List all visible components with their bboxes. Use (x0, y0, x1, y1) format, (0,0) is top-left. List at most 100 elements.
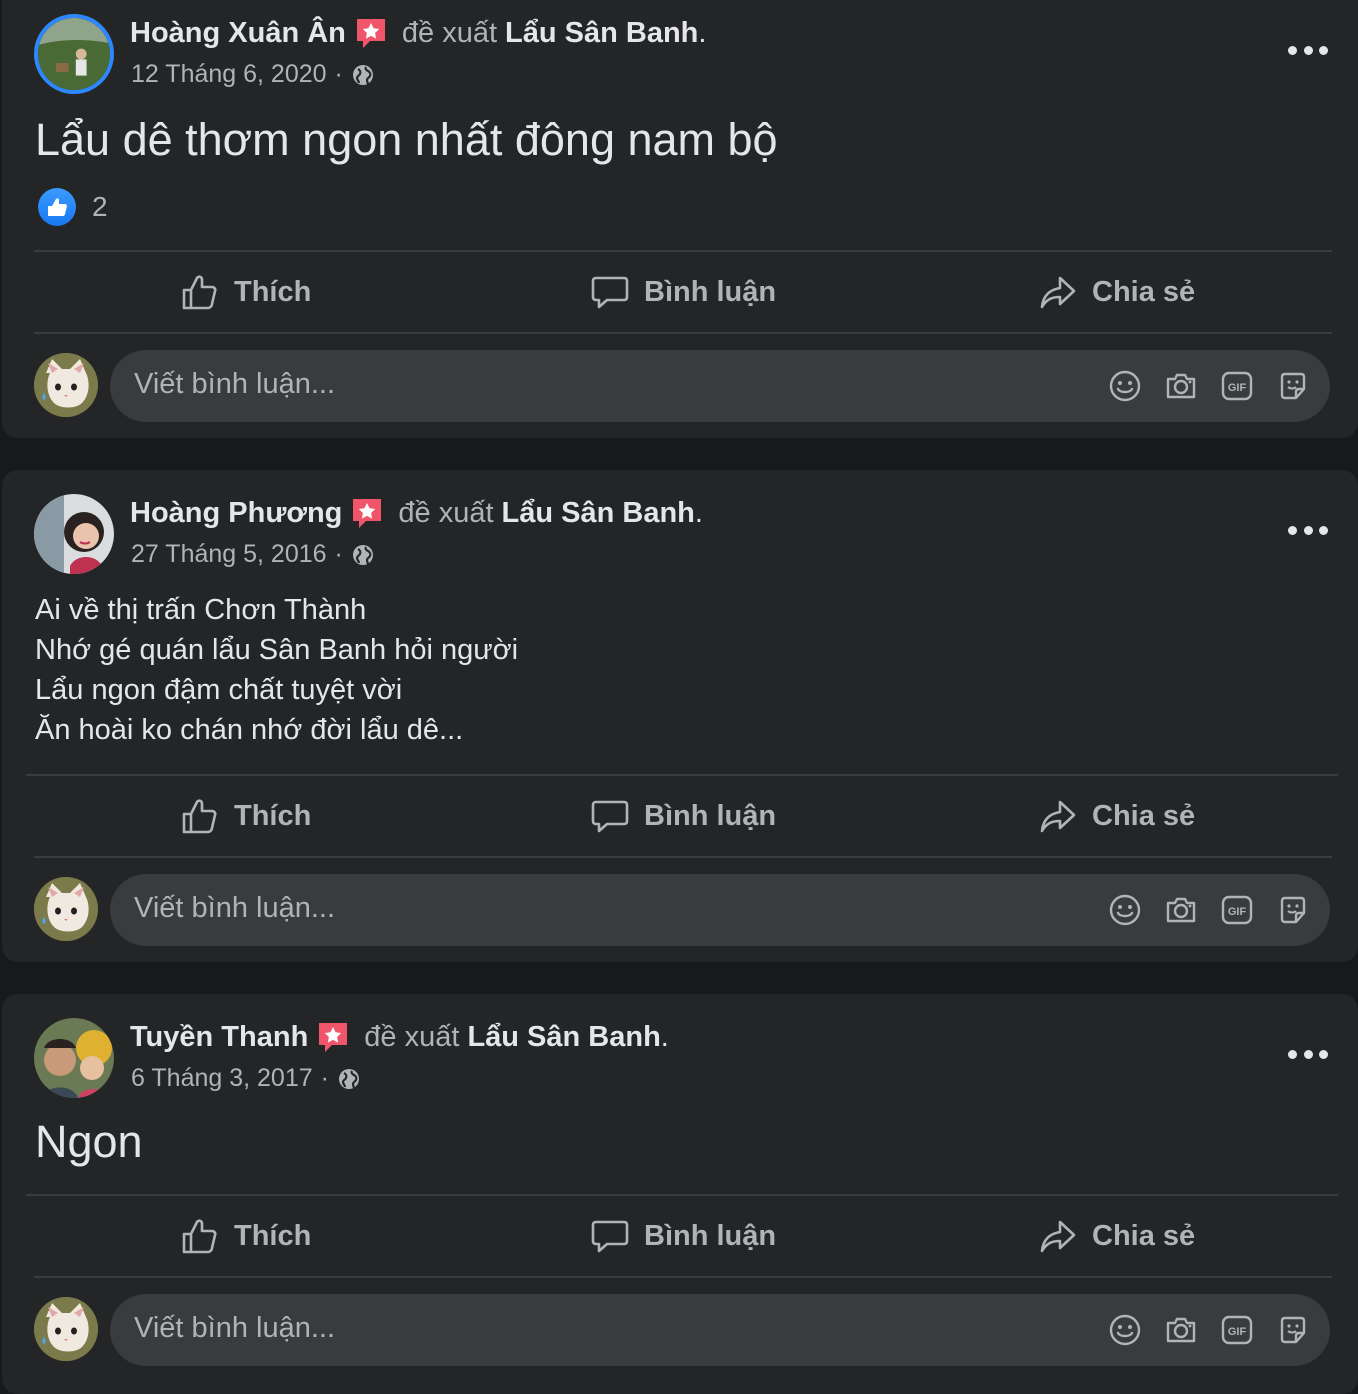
current-user-avatar[interactable] (34, 353, 98, 417)
comment-placeholder: Viết bình luận... (134, 892, 336, 924)
action-bar: Thích Bình luận Chia sẻ (2, 252, 1358, 332)
gif-icon[interactable]: GIF (1220, 369, 1254, 403)
meta-separator: · (320, 1064, 329, 1092)
comment-label: Bình luận (644, 799, 777, 832)
post-title-line: Tuyền Thanh đề xuất Lẩu Sân Banh. (130, 1020, 669, 1054)
reactions-summary[interactable]: 2 (38, 188, 108, 226)
recommend-badge-icon (316, 1020, 350, 1054)
share-arrow-icon (1038, 796, 1078, 836)
reaction-count: 2 (92, 191, 108, 222)
current-user-avatar[interactable] (34, 877, 98, 941)
comment-placeholder: Viết bình luận... (134, 368, 336, 400)
comment-composer: Viết bình luận... GIF (2, 874, 1358, 948)
action-bar: Thích Bình luận Chia sẻ (2, 1196, 1358, 1276)
current-user-avatar[interactable] (34, 1297, 98, 1361)
comment-input[interactable]: Viết bình luận... GIF (110, 1294, 1330, 1366)
post-title-line: Hoàng Phương đề xuất Lẩu Sân Banh. (130, 496, 703, 530)
post-card: Hoàng Xuân Ân đề xuất Lẩu Sân Banh. 12 T… (2, 0, 1358, 438)
camera-icon[interactable] (1164, 369, 1198, 403)
author-avatar[interactable] (34, 14, 114, 94)
comment-bubble-icon (590, 796, 630, 836)
comment-button[interactable]: Bình luận (590, 776, 776, 856)
camera-icon[interactable] (1164, 893, 1198, 927)
gif-icon[interactable]: GIF (1220, 893, 1254, 927)
post-text: Ai về thị trấn Chơn Thành Nhớ gé quán lẩ… (35, 594, 519, 746)
thumbs-up-icon (180, 272, 220, 312)
comment-label: Bình luận (644, 1219, 777, 1252)
comment-button[interactable]: Bình luận (590, 1196, 776, 1276)
more-options-button[interactable] (1288, 1044, 1328, 1064)
more-options-button[interactable] (1288, 520, 1328, 540)
dot-icon (1288, 525, 1297, 535)
like-button[interactable]: Thích (180, 252, 311, 332)
page-name-link[interactable]: Lẩu Sân Banh (467, 1021, 660, 1054)
globe-icon (351, 63, 375, 87)
divider (34, 1276, 1332, 1278)
recommend-text: đề xuất (398, 496, 494, 529)
post-meta: 6 Tháng 3, 2017 · (131, 1064, 361, 1093)
emoji-icon[interactable] (1108, 1313, 1142, 1347)
like-label: Thích (234, 275, 312, 308)
comment-composer: Viết bình luận... GIF (2, 1294, 1358, 1368)
share-label: Chia sẻ (1092, 799, 1196, 832)
comment-input[interactable]: Viết bình luận... GIF (110, 350, 1330, 422)
page-name-link[interactable]: Lẩu Sân Banh (502, 497, 695, 530)
author-name[interactable]: Hoàng Phương (130, 497, 342, 530)
like-button[interactable]: Thích (180, 1196, 311, 1276)
title-period: . (660, 1020, 669, 1053)
post-card: Hoàng Phương đề xuất Lẩu Sân Banh. 27 Th… (2, 470, 1358, 962)
share-label: Chia sẻ (1092, 1219, 1196, 1252)
author-name[interactable]: Hoàng Xuân Ân (130, 17, 346, 50)
avatar-photo (38, 18, 110, 90)
dot-icon (1288, 45, 1297, 55)
meta-separator: · (334, 60, 343, 88)
post-meta: 27 Tháng 5, 2016 · (131, 540, 375, 569)
share-button[interactable]: Chia sẻ (1038, 252, 1195, 332)
author-name[interactable]: Tuyền Thanh (130, 1021, 308, 1054)
post-date[interactable]: 27 Tháng 5, 2016 (131, 540, 327, 569)
svg-text:GIF: GIF (1228, 906, 1247, 918)
comment-composer: Viết bình luận... GIF (2, 350, 1358, 424)
dot-icon (1303, 525, 1313, 535)
recommend-text: đề xuất (401, 16, 498, 49)
comment-placeholder: Viết bình luận... (134, 1312, 336, 1344)
post-date[interactable]: 12 Tháng 6, 2020 (131, 60, 327, 89)
globe-icon (337, 1067, 361, 1091)
share-button[interactable]: Chia sẻ (1038, 776, 1195, 856)
emoji-icon[interactable] (1108, 369, 1142, 403)
comment-bubble-icon (590, 1216, 630, 1256)
title-period: . (698, 16, 707, 49)
post-meta: 12 Tháng 6, 2020 · (131, 60, 375, 89)
camera-icon[interactable] (1164, 1313, 1198, 1347)
like-button[interactable]: Thích (180, 776, 311, 856)
globe-icon (351, 543, 375, 567)
gif-icon[interactable]: GIF (1220, 1313, 1254, 1347)
avatar-photo (34, 1018, 114, 1098)
dot-icon (1288, 1049, 1297, 1059)
like-reaction-icon (38, 188, 76, 226)
meta-separator: · (334, 540, 343, 568)
post-date[interactable]: 6 Tháng 3, 2017 (131, 1064, 313, 1093)
recommend-badge-icon (350, 496, 384, 530)
share-arrow-icon (1038, 1216, 1078, 1256)
more-options-button[interactable] (1288, 40, 1328, 60)
emoji-icon[interactable] (1108, 893, 1142, 927)
author-avatar[interactable] (34, 494, 114, 574)
dot-icon (1303, 1049, 1313, 1059)
sticker-icon[interactable] (1276, 893, 1310, 927)
like-label: Thích (234, 799, 312, 832)
page-name-link[interactable]: Lẩu Sân Banh (505, 17, 698, 50)
post-text: Ngon (35, 1116, 143, 1167)
sticker-icon[interactable] (1276, 369, 1310, 403)
comment-label: Bình luận (644, 275, 777, 308)
sticker-icon[interactable] (1276, 1313, 1310, 1347)
comment-button[interactable]: Bình luận (590, 252, 776, 332)
divider (34, 856, 1332, 858)
author-avatar[interactable] (34, 1018, 114, 1098)
dot-icon (1303, 45, 1313, 55)
comment-input[interactable]: Viết bình luận... GIF (110, 874, 1330, 946)
share-label: Chia sẻ (1092, 275, 1196, 308)
share-button[interactable]: Chia sẻ (1038, 1196, 1195, 1276)
post-text: Lẩu dê thơm ngon nhất đông nam bộ (35, 114, 778, 165)
like-label: Thích (234, 1219, 312, 1252)
